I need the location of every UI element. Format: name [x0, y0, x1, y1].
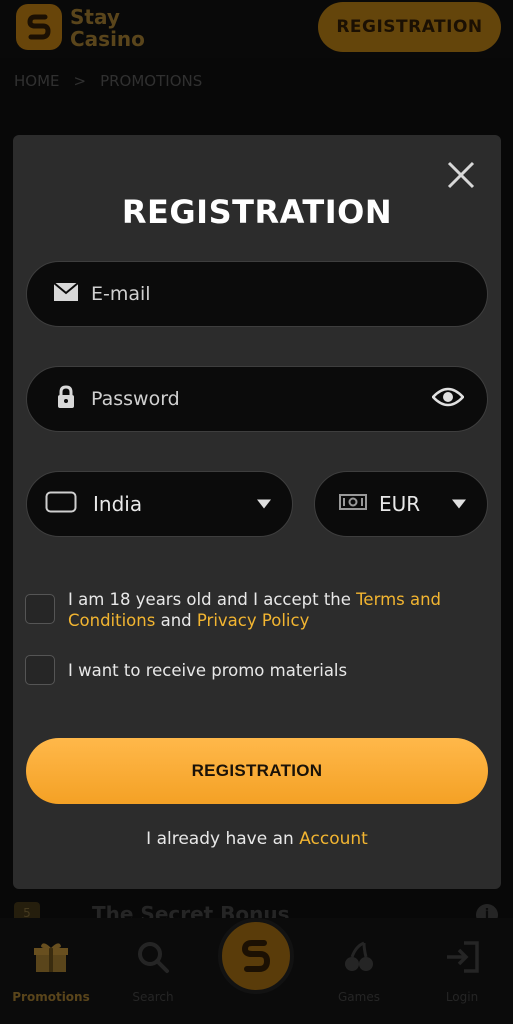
banknote-icon [339, 494, 367, 514]
privacy-policy-link[interactable]: Privacy Policy [197, 611, 309, 630]
terms-label: I am 18 years old and I accept the Terms… [68, 589, 458, 631]
chevron-down-icon [257, 499, 271, 509]
chevron-down-icon [452, 499, 466, 509]
account-line: I already have an Account [13, 829, 501, 849]
currency-value: EUR [379, 492, 421, 516]
registration-modal: REGISTRATION India EUR I am 18 ye [13, 135, 501, 889]
email-field[interactable] [26, 261, 488, 327]
lock-icon [57, 385, 75, 413]
modal-title: REGISTRATION [121, 193, 393, 231]
account-link[interactable]: Account [299, 829, 368, 849]
terms-text-and: and [155, 611, 197, 630]
promo-checkbox[interactable] [25, 655, 55, 685]
terms-text-prefix: I am 18 years old and I accept the [68, 590, 357, 609]
terms-checkbox[interactable] [25, 594, 55, 624]
country-select[interactable]: India [26, 471, 293, 537]
close-icon[interactable] [445, 159, 477, 191]
password-field[interactable] [26, 366, 488, 432]
flag-icon [45, 491, 77, 517]
currency-select[interactable]: EUR [314, 471, 488, 537]
eye-icon[interactable] [431, 387, 465, 411]
account-prefix: I already have an [146, 829, 300, 849]
password-input[interactable] [91, 385, 411, 413]
email-input[interactable] [91, 280, 461, 308]
envelope-icon [53, 282, 79, 306]
promo-label: I want to receive promo materials [68, 661, 348, 680]
country-value: India [93, 492, 143, 516]
registration-submit-button[interactable]: REGISTRATION [26, 738, 488, 804]
